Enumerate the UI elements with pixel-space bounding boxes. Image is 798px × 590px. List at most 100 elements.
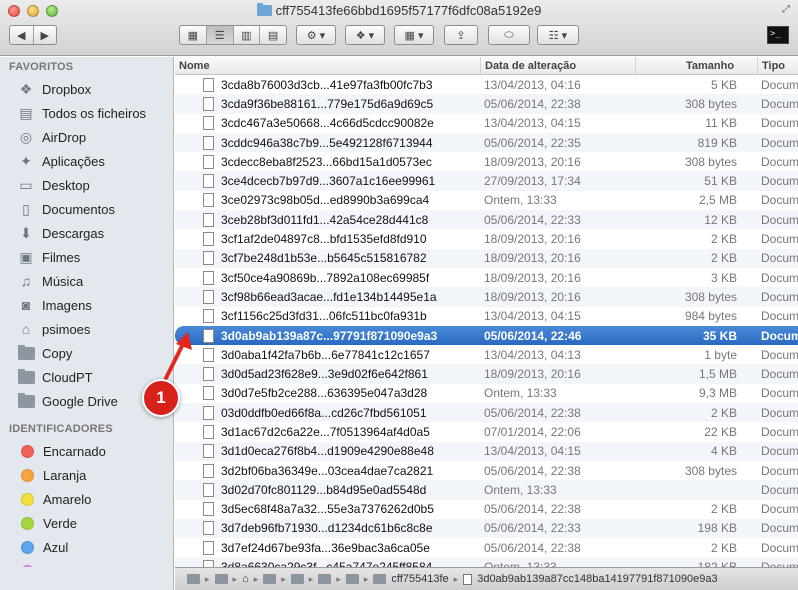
file-kind: Documento — [761, 405, 798, 420]
desktop-icon: ▭ — [19, 176, 33, 193]
file-name: 3d7ef24d67be93fa...36e9bac3a6ca05e — [221, 540, 430, 555]
sidebar-item-desktop[interactable]: ▭ Desktop — [0, 173, 173, 197]
dropbox-menu-button[interactable]: ❖ ▾ — [345, 25, 385, 45]
table-row[interactable]: 3d1ac67d2c6a22e...7f0513964af4d0a5 07/01/… — [175, 422, 798, 441]
table-row[interactable]: 3cf50ce4a90869b...7892a108ec69985f 18/09/… — [175, 268, 798, 287]
table-row[interactable]: 3d0d5ad23f628e9...3e9d02f6e642f861 18/09/… — [175, 364, 798, 384]
share-button[interactable]: ⇪ — [444, 25, 478, 45]
folder-icon[interactable] — [345, 574, 359, 584]
sidebar-item-imagens[interactable]: ◙ Imagens — [0, 293, 173, 317]
table-row[interactable]: 3cf98b66ead3acae...fd1e134b14495e1a 18/09… — [175, 287, 798, 307]
file-size: 2 KB — [710, 540, 737, 555]
document-icon — [203, 251, 214, 266]
path-file-label[interactable]: 3d0ab9ab139a87cc148ba14197791f871090e9a3 — [477, 573, 717, 585]
sidebar-item-label: Filmes — [42, 249, 81, 265]
file-size: 1 byte — [704, 347, 737, 362]
table-row[interactable]: 3cda9f36be88161...779e175d6a9d69c5 05/06/… — [175, 94, 798, 114]
sidebar-item-copy[interactable]: Copy — [0, 341, 173, 365]
options-menu-button[interactable]: ☷ ▾ — [537, 25, 579, 45]
list-view-icon[interactable]: ☰ — [206, 26, 234, 44]
file-name: 3d7deb96fb71930...d1234dc61b6c8c8e — [221, 521, 433, 536]
table-row-selected[interactable]: 3d0ab9ab139a87c...97791f871090e9a3 05/06/… — [175, 325, 798, 346]
table-row[interactable]: 3cddc946a38c7b9...5e492128f6713944 05/06/… — [175, 132, 798, 153]
tag-item-azul[interactable]: Azul — [0, 535, 173, 559]
folder-icon[interactable] — [214, 574, 228, 584]
sidebar-item-psimoes[interactable]: ⌂ psimoes — [0, 317, 173, 341]
disk-icon[interactable] — [187, 574, 200, 584]
table-row[interactable]: 3d0aba1f42fa7b6b...6e77841c12c1657 13/04/… — [175, 345, 798, 364]
table-row[interactable]: 3d2bf06ba36349e...03cea4dae7ca2821 05/06/… — [175, 461, 798, 480]
table-row[interactable]: 3cf1af2de04897c8...bfd1535efd8fd910 18/09… — [175, 229, 798, 248]
table-row[interactable]: 3d7ef24d67be93fa...36e9bac3a6ca05e 05/06/… — [175, 538, 798, 557]
window-title-text: cff755413fe66bbd1695f57177f6dfc08a5192e9 — [275, 3, 542, 18]
sidebar-item-aplicações[interactable]: ✦ Aplicações — [0, 149, 173, 173]
table-row[interactable]: 3d7deb96fb71930...d1234dc61b6c8c8e 05/06/… — [175, 518, 798, 539]
sidebar-item-dropbox[interactable]: ❖ Dropbox — [0, 77, 173, 101]
back-button[interactable]: ◀ — [10, 26, 34, 44]
table-row[interactable]: 3d1d0eca276f8b4...d1909e4290e88e48 13/04/… — [175, 441, 798, 461]
file-size: 2 KB — [710, 502, 737, 517]
file-size: 198 KB — [697, 521, 737, 536]
document-icon — [203, 347, 214, 362]
document-icon — [203, 560, 214, 567]
sidebar-item-filmes[interactable]: ▣ Filmes — [0, 245, 173, 269]
icon-view-icon[interactable]: ▦ — [180, 26, 207, 44]
coverflow-view-icon[interactable]: ▤ — [260, 26, 286, 44]
table-row[interactable]: 3ceb28bf3d011fd1...42a54ce28d441c8 05/06/… — [175, 210, 798, 230]
column-size-header[interactable]: Tamanho — [635, 57, 757, 75]
file-kind: Documento — [761, 135, 798, 150]
terminal-icon[interactable]: >_ — [767, 26, 789, 44]
fullscreen-icon[interactable]: ⤢ — [782, 4, 790, 15]
table-row[interactable]: 3cf7be248d1b53e...b5645c515816782 18/09/2… — [175, 248, 798, 268]
tag-item-amarelo[interactable]: Amarelo — [0, 487, 173, 511]
file-name: 3cddc946a38c7b9...5e492128f6713944 — [221, 135, 433, 150]
table-row[interactable]: 3d0d7e5fb2ce288...636395e047a3d28 Ontem, … — [175, 384, 798, 403]
sidebar-item-todos-os-ficheiros[interactable]: ▤ Todos os ficheiros — [0, 101, 173, 125]
action-menu-button[interactable]: ⚙ ▾ — [296, 25, 336, 45]
table-row[interactable]: 3cda8b76003d3cb...41e97fa3fb00fc7b3 13/04… — [175, 75, 798, 94]
file-name: 3d0aba1f42fa7b6b...6e77841c12c1657 — [221, 347, 430, 362]
table-row[interactable]: 3ce4dcecb7b97d9...3607a1c16ee99961 27/09/… — [175, 171, 798, 191]
view-mode-control[interactable]: ▦ ☰ ▥ ▤ — [179, 25, 287, 45]
folder-icon[interactable] — [318, 574, 332, 584]
file-date: 27/09/2013, 17:34 — [484, 174, 581, 189]
file-name: 3cdc467a3e50668...4c66d5cdcc90082e — [221, 116, 434, 131]
sidebar-item-música[interactable]: ♫ Música — [0, 269, 173, 293]
file-name: 3cf7be248d1b53e...b5645c515816782 — [221, 251, 427, 266]
document-icon — [203, 77, 214, 92]
back-forward-control[interactable]: ◀ ▶ — [9, 25, 57, 45]
arrange-menu-button[interactable]: ▦ ▾ — [394, 25, 434, 45]
home-icon[interactable]: ⌂ — [242, 573, 249, 585]
tag-item-laranja[interactable]: Laranja — [0, 463, 173, 487]
file-size: 2,5 MB — [698, 193, 737, 208]
table-row[interactable]: 3cdecc8eba8f2523...66bd15a1d0573ec 18/09/… — [175, 152, 798, 171]
tags-list: EncarnadoLaranjaAmareloVerdeAzulRoxo — [0, 439, 173, 583]
table-row[interactable]: 3d02d70fc801129...b84d95e0ad5548d Ontem, … — [175, 480, 798, 500]
table-row[interactable]: 3ce02973c98b05d...ed8990b3a699ca4 Ontem, … — [175, 191, 798, 210]
path-folder-label[interactable]: cff755413fe — [391, 573, 448, 585]
column-view-icon[interactable]: ▥ — [234, 26, 261, 44]
tag-color-dot — [21, 444, 34, 458]
table-row[interactable]: 03d0ddfb0ed66f8a...cd26c7fbd561051 05/06/… — [175, 403, 798, 423]
document-icon — [203, 174, 214, 189]
column-name-header[interactable]: Nome — [175, 57, 480, 75]
table-row[interactable]: 3d8a6630ca29c3f...c45a747e245ff8584 Ontem… — [175, 557, 798, 567]
folder-icon[interactable] — [290, 574, 304, 584]
sidebar-item-airdrop[interactable]: ◎ AirDrop — [0, 125, 173, 149]
column-kind-header[interactable]: Tipo — [757, 57, 798, 75]
column-date-header[interactable]: Data de alteração — [480, 57, 635, 75]
table-row[interactable]: 3d5ec68f48a7a32...55e3a7376262d0b5 05/06/… — [175, 500, 798, 519]
file-name: 3cf50ce4a90869b...7892a108ec69985f — [221, 270, 430, 285]
tag-item-encarnado[interactable]: Encarnado — [0, 439, 173, 463]
sidebar-item-documentos[interactable]: ▯ Documentos — [0, 197, 173, 221]
folder-icon[interactable] — [373, 574, 387, 584]
table-row[interactable]: 3cdc467a3e50668...4c66d5cdcc90082e 13/04/… — [175, 114, 798, 133]
tag-item-verde[interactable]: Verde — [0, 511, 173, 535]
folder-icon[interactable] — [263, 574, 277, 584]
file-kind: Documento — [761, 270, 798, 285]
tags-button[interactable]: ⬭ — [488, 25, 530, 45]
forward-button[interactable]: ▶ — [34, 26, 57, 44]
file-name: 3d8a6630ca29c3f...c45a747e245ff8584 — [221, 560, 463, 567]
sidebar-item-descargas[interactable]: ⬇ Descargas — [0, 221, 173, 245]
table-row[interactable]: 3cf1156c25d3fd31...06fc511bc0fa931b 13/04… — [175, 307, 798, 326]
